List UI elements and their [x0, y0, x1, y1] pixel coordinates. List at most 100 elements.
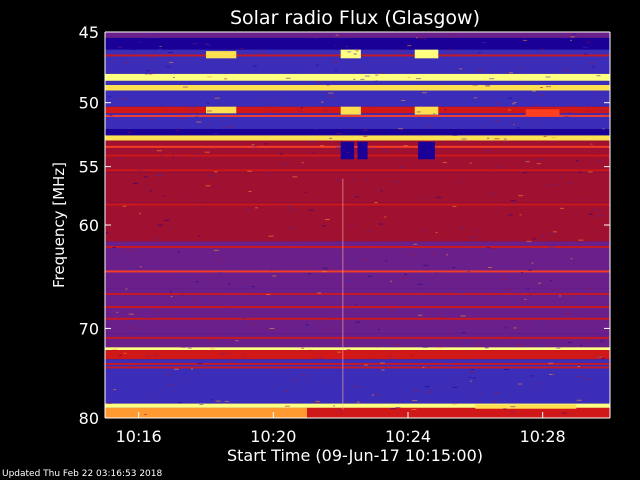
noise-speck — [418, 314, 423, 316]
heatmap-band — [105, 172, 610, 203]
noise-speck — [251, 262, 254, 264]
noise-speck — [541, 292, 547, 294]
noise-speck — [556, 347, 561, 349]
noise-speck — [204, 124, 208, 126]
noise-speck — [516, 127, 521, 129]
noise-speck — [389, 309, 394, 311]
noise-speck — [540, 235, 545, 237]
noise-speck — [241, 318, 246, 320]
noise-speck — [515, 124, 520, 126]
noise-speck — [245, 245, 249, 247]
noise-speck — [246, 209, 252, 211]
noise-speck — [156, 199, 160, 201]
noise-speck — [469, 227, 474, 229]
noise-speck — [509, 380, 512, 382]
noise-speck — [339, 413, 342, 415]
noise-speck — [436, 196, 442, 198]
y-tick-label: 80 — [79, 409, 99, 428]
noise-speck — [429, 197, 433, 199]
noise-speck — [320, 101, 324, 103]
noise-speck — [476, 70, 482, 72]
noise-speck — [230, 117, 235, 119]
noise-speck — [356, 401, 360, 403]
noise-speck — [236, 373, 241, 375]
noise-speck — [138, 41, 141, 43]
noise-speck — [518, 383, 523, 385]
noise-speck — [481, 41, 486, 43]
noise-speck — [596, 75, 601, 77]
noise-speck — [407, 45, 412, 47]
noise-speck — [284, 405, 290, 407]
noise-speck — [133, 309, 137, 311]
noise-speck — [163, 268, 166, 270]
noise-speck — [446, 254, 449, 256]
noise-speck — [286, 205, 292, 207]
noise-speck — [526, 240, 532, 242]
noise-speck — [375, 80, 378, 82]
noise-speck — [415, 37, 418, 39]
noise-speck — [510, 60, 514, 62]
spectrogram-figure: Solar radio Flux (Glasgow) 455055607080 … — [50, 7, 611, 465]
noise-speck — [170, 296, 173, 298]
noise-speck — [308, 273, 312, 275]
noise-speck — [218, 272, 223, 274]
noise-speck — [401, 277, 407, 279]
noise-speck — [129, 365, 134, 367]
noise-speck — [407, 77, 411, 79]
noise-speck — [431, 253, 437, 255]
noise-speck — [421, 92, 427, 94]
noise-speck — [444, 227, 447, 229]
heatmap-band — [105, 85, 610, 91]
noise-speck — [385, 260, 388, 262]
noise-speck — [586, 378, 591, 380]
noise-speck — [204, 151, 210, 153]
noise-speck — [147, 69, 153, 71]
noise-speck — [439, 117, 442, 119]
noise-speck — [374, 202, 379, 204]
noise-speck — [453, 152, 458, 154]
noise-speck — [495, 325, 501, 327]
noise-speck — [395, 407, 401, 409]
chart-title: Solar radio Flux (Glasgow) — [230, 7, 480, 29]
noise-speck — [327, 268, 333, 270]
noise-speck — [452, 403, 458, 405]
noise-speck — [349, 225, 355, 227]
noise-speck — [419, 301, 422, 303]
noise-speck — [173, 368, 179, 370]
noise-speck — [355, 50, 359, 52]
y-tick-label: 70 — [79, 319, 99, 338]
noise-speck — [494, 103, 499, 105]
noise-speck — [125, 249, 130, 251]
noise-speck — [552, 374, 556, 376]
noise-speck — [168, 227, 173, 229]
noise-speck — [290, 153, 293, 155]
noise-speck — [208, 123, 211, 125]
noise-speck — [351, 64, 354, 66]
noise-speck — [472, 377, 476, 379]
noise-speck — [166, 373, 171, 375]
noise-speck — [507, 97, 512, 99]
noise-speck — [478, 392, 483, 394]
frequency-band-layer — [105, 32, 610, 418]
noise-speck — [116, 333, 120, 335]
noise-speck — [347, 152, 350, 154]
noise-speck — [331, 327, 336, 329]
noise-speck — [318, 305, 322, 307]
noise-speck — [221, 226, 227, 228]
noise-speck — [504, 266, 507, 268]
noise-speck — [162, 97, 165, 99]
noise-speck — [381, 72, 385, 74]
noise-speck — [570, 413, 573, 415]
noise-speck — [206, 44, 211, 46]
noise-speck — [564, 70, 569, 72]
noise-speck — [296, 108, 302, 110]
noise-speck — [525, 159, 529, 161]
noise-speck — [389, 356, 393, 358]
noise-speck — [172, 156, 175, 158]
noise-speck — [297, 157, 301, 159]
noise-speck — [205, 185, 211, 187]
noise-speck — [587, 171, 593, 173]
noise-speck — [367, 230, 370, 232]
noise-speck — [550, 81, 556, 83]
noise-speck — [243, 287, 249, 289]
